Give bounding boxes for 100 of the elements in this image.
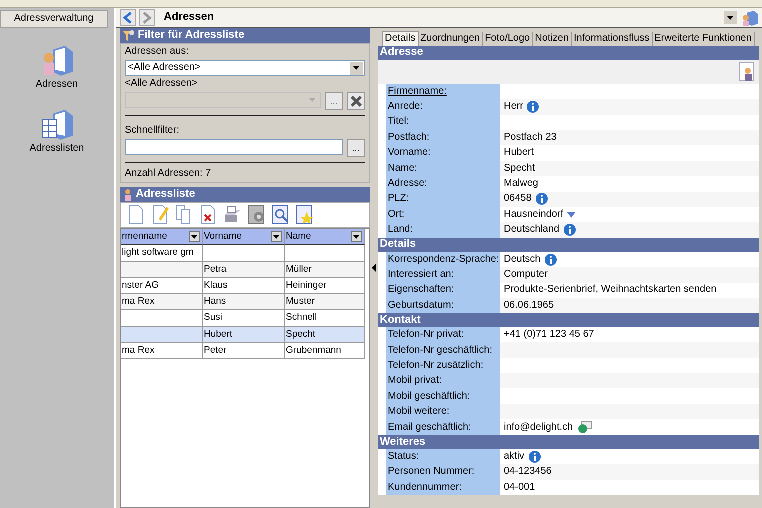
tab[interactable]: Details: [382, 31, 419, 46]
table-cell[interactable]: Peter: [203, 343, 285, 360]
table-cell[interactable]: Specht: [285, 326, 365, 344]
caret-icon: [353, 66, 360, 70]
field-value: Computer: [504, 268, 548, 281]
person-icon: [123, 188, 133, 200]
table-cell[interactable]: [121, 262, 203, 278]
printer-icon[interactable]: [223, 205, 243, 225]
address-count: Anzahl Adressen: 7: [125, 168, 212, 180]
sidebar-item[interactable]: Adresslisten: [0, 92, 114, 156]
table-cell[interactable]: light software gm: [121, 245, 203, 262]
table-cell[interactable]: Klaus: [203, 278, 285, 294]
field-value: Produkte-Serienbrief, Weihnachtskarten senden: [504, 284, 717, 296]
section-header: Adresse: [378, 46, 759, 60]
section-header: Details: [378, 238, 759, 252]
funnel-person-icon: [123, 30, 135, 42]
filter-panel-header: Filter für Adressliste: [120, 28, 370, 43]
table-cell[interactable]: [121, 310, 203, 327]
clear-button[interactable]: [347, 92, 365, 110]
caret-icon: [191, 234, 198, 239]
field-label: Schnellfilter:: [125, 125, 180, 137]
field-label: Anrede:: [386, 99, 500, 115]
info-icon[interactable]: [564, 224, 576, 236]
field-value: +41 (0)71 123 45 67: [504, 329, 594, 342]
table-cell[interactable]: Schnell: [285, 310, 365, 327]
caret-icon: [309, 98, 316, 102]
sidebar-item[interactable]: Adressen: [0, 28, 114, 92]
table-cell[interactable]: Muster: [285, 294, 365, 310]
table-cell[interactable]: Müller: [285, 262, 365, 278]
field-label: Mobil geschäftlich:: [386, 389, 500, 404]
field-label: Titel:: [386, 114, 500, 130]
edit-document-icon[interactable]: [151, 205, 171, 225]
field-value: 04-123456: [504, 466, 552, 478]
field-value: 04-001: [504, 482, 536, 494]
table-cell[interactable]: ma Rex: [121, 343, 203, 360]
table-cell[interactable]: Hubert: [203, 326, 285, 344]
table-cell[interactable]: nster AG: [121, 278, 203, 294]
field-value: Deutsch: [504, 254, 541, 266]
field-label: Kundennummer:: [386, 480, 500, 496]
caret-icon[interactable]: [567, 212, 576, 218]
dropdown-button[interactable]: [724, 11, 737, 24]
field-label: Telefon-Nr privat:: [386, 327, 500, 343]
table-cell[interactable]: Susi: [203, 310, 285, 327]
field-value: Deutschland: [504, 224, 560, 236]
table-cell[interactable]: ma Rex: [121, 294, 203, 310]
address-source-dropdown[interactable]: <Alle Adressen>: [125, 60, 365, 76]
field-label: Land:: [386, 222, 500, 238]
info-icon[interactable]: [536, 193, 548, 206]
field-value: Specht: [504, 162, 536, 175]
field-label: Name:: [386, 160, 500, 176]
column-header[interactable]: rmenname: [121, 229, 203, 246]
table-cell[interactable]: [285, 245, 365, 262]
caret-icon: [727, 16, 734, 20]
field-value: info@delight.ch: [504, 422, 574, 434]
field-label: Postfach:: [386, 130, 500, 146]
column-header[interactable]: Name: [285, 229, 365, 246]
email-globe-icon[interactable]: [577, 421, 594, 434]
field-label: Telefon-Nr zusätzlich:: [386, 358, 500, 374]
field-value: aktiv: [504, 450, 525, 463]
table-cell[interactable]: [121, 326, 203, 344]
close-icon: [350, 96, 362, 106]
field-value: 06.06.1965: [504, 300, 554, 312]
table-cell[interactable]: Petra: [203, 262, 285, 278]
field-value: Postfach 23: [504, 132, 557, 144]
field-label[interactable]: Firmenname:: [386, 84, 500, 100]
browse-button[interactable]: ...: [347, 139, 365, 157]
table-cell[interactable]: Heininger: [285, 278, 365, 294]
field-value: Herr: [504, 101, 524, 114]
field-label: Personen Nummer:: [386, 464, 500, 480]
quick-filter-field[interactable]: [125, 139, 343, 155]
field-value: 06458: [504, 193, 532, 206]
list-panel-header: Adressliste: [120, 187, 370, 202]
search-document-icon[interactable]: [271, 205, 291, 225]
section-header: Kontakt: [378, 313, 759, 328]
field-label: Geburtsdatum:: [386, 298, 500, 314]
field-label: Status:: [386, 449, 500, 465]
field-label: Telefon-Nr geschäftlich:: [386, 342, 500, 358]
field-value: Malweg: [504, 178, 538, 190]
back-button[interactable]: [120, 9, 136, 26]
table-cell[interactable]: Hans: [203, 294, 285, 310]
field-label: Email geschäftlich:: [386, 420, 500, 436]
browse-button[interactable]: ...: [325, 92, 343, 110]
star-document-icon[interactable]: [295, 205, 315, 225]
sidebar-header: Adressverwaltung: [0, 10, 108, 28]
info-icon[interactable]: [544, 254, 557, 266]
info-icon[interactable]: [527, 101, 540, 114]
table-cell[interactable]: Grubenmann: [285, 343, 365, 360]
collapse-arrow-icon[interactable]: [372, 264, 376, 272]
column-header[interactable]: Vorname: [203, 229, 285, 246]
field-label: Korrespondenz-Sprache:: [386, 252, 500, 268]
field-label: Ort:: [386, 207, 500, 223]
page-title: Adressen: [164, 10, 214, 24]
caret-icon: [353, 234, 360, 239]
info-icon[interactable]: [528, 450, 541, 463]
field-value: Hausneindorf: [504, 208, 564, 221]
table-cell[interactable]: [203, 245, 285, 262]
book-person-icon[interactable]: [742, 10, 758, 26]
forward-button[interactable]: [139, 9, 155, 26]
caret-icon: [273, 234, 280, 239]
person-card-icon[interactable]: [739, 62, 755, 82]
